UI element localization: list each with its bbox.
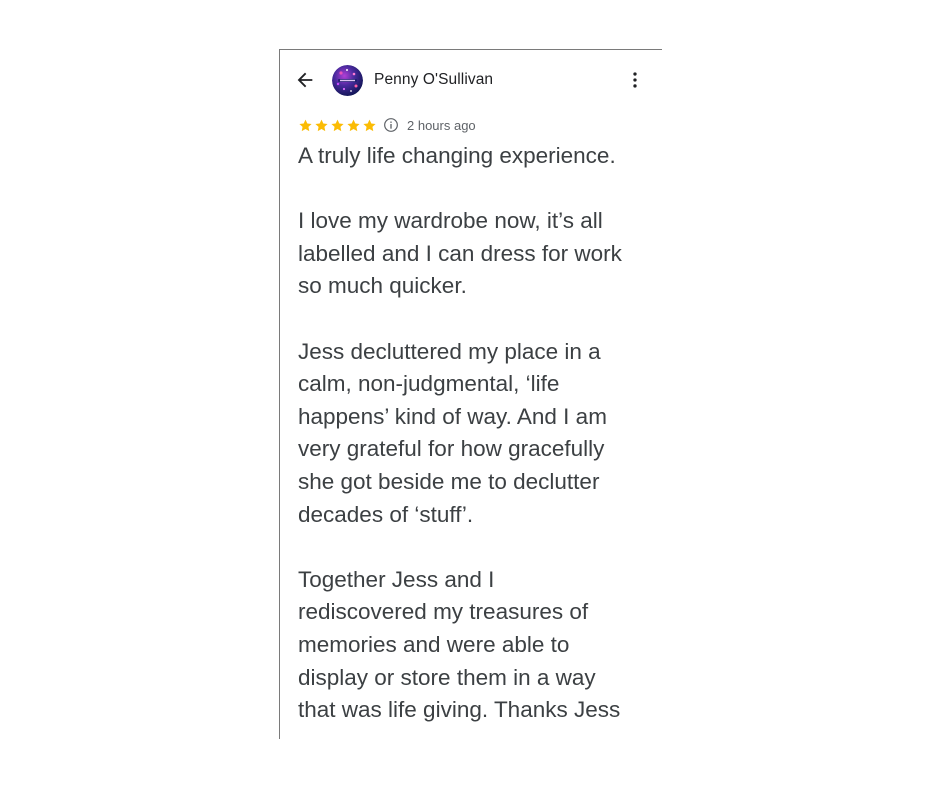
review-line: happens’ kind of way. And I am xyxy=(298,403,607,429)
reviewer-avatar[interactable] xyxy=(332,65,363,96)
review-header: Penny O'Sullivan xyxy=(280,50,662,110)
review-line: that was life giving. Thanks Jess xyxy=(298,697,621,723)
review-paragraph: Jess decluttered my place in a calm, non-… xyxy=(298,336,658,532)
back-arrow-icon xyxy=(297,72,313,88)
review-text: A truly life changing experience. I love … xyxy=(298,140,658,727)
review-paragraph: Together Jess and I rediscovered my treas… xyxy=(298,564,658,727)
review-line: labelled and I can dress for work xyxy=(298,240,622,266)
review-line: calm, non-judgmental, ‘life xyxy=(298,371,560,397)
review-line: rediscovered my treasures of xyxy=(298,599,589,625)
star-icon xyxy=(299,119,312,131)
review-line: A truly life changing experience. xyxy=(298,143,616,168)
review-time: 2 hours ago xyxy=(407,117,476,133)
review-line: very grateful for how gracefully xyxy=(298,436,605,462)
star-rating xyxy=(298,118,377,133)
reviewer-name[interactable]: Penny O'Sullivan xyxy=(374,71,493,89)
avatar-image xyxy=(332,65,363,96)
review-paragraph: I love my wardrobe now, it’s all labelled… xyxy=(298,205,658,303)
review-line: she got beside me to declutter xyxy=(298,468,600,494)
review-line: display or store them in a way xyxy=(298,664,596,690)
review-paragraph: A truly life changing experience. xyxy=(298,140,658,173)
review-line: I love my wardrobe now, it’s all xyxy=(298,208,603,234)
star-icon xyxy=(347,119,360,131)
star-icon xyxy=(363,119,376,131)
review-line: Jess decluttered my place in a xyxy=(298,338,601,364)
review-line: memories and were able to xyxy=(298,631,570,657)
review-line: decades of ‘stuff’. xyxy=(298,501,474,527)
more-vert-icon xyxy=(633,72,637,88)
star-icon xyxy=(315,119,328,131)
star-icon xyxy=(331,119,344,131)
review-screen: Penny O'Sullivan 2 hours ago A truly lif… xyxy=(279,49,662,739)
more-options-button[interactable] xyxy=(624,69,646,91)
info-icon[interactable] xyxy=(383,117,399,133)
review-meta: 2 hours ago xyxy=(298,114,476,136)
review-line: Together Jess and I xyxy=(298,566,495,592)
review-line: so much quicker. xyxy=(298,273,467,299)
back-button[interactable] xyxy=(294,69,316,91)
page-canvas: Penny O'Sullivan 2 hours ago A truly lif… xyxy=(0,0,940,788)
